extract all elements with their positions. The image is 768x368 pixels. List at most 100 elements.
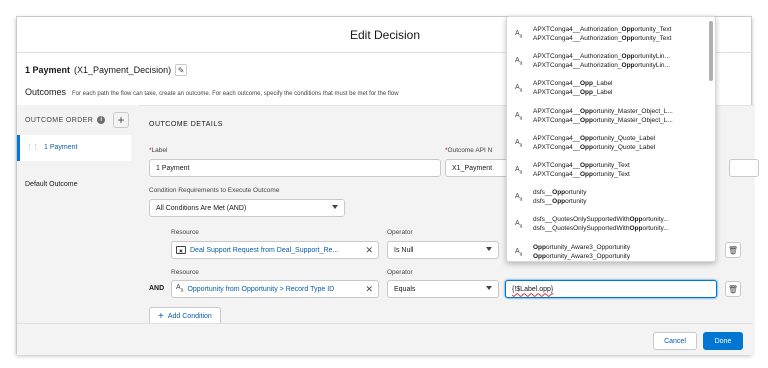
suggestion-api-name: dsfs__Opportunity (533, 198, 587, 206)
condition-requirements-select[interactable]: All Conditions Are Met (AND) (149, 199, 345, 217)
text-type-icon: Aa (515, 138, 523, 149)
resource-label: Resource (171, 229, 199, 236)
resource-value: Opportunity from Opportunity > Record Ty… (187, 285, 335, 293)
api-name-input-tail (729, 159, 759, 177)
resource-pill[interactable]: ▣ Deal Support Request from Deal_Support… (171, 241, 379, 259)
default-outcome-item[interactable]: Default Outcome (25, 181, 78, 188)
suggestion-item[interactable]: Aa APXTConga4__Opportunity_Quote_Label APX… (507, 130, 711, 157)
operator-value: Is Null (394, 246, 414, 254)
suggestion-label: APXTConga4__Authorization_OpportunityLin… (533, 53, 670, 61)
outcome-details-title: OUTCOME DETAILS (149, 121, 223, 128)
suggestion-item[interactable]: Aa dsfs__Opportunity dsfs__Opportunity (507, 184, 711, 211)
pencil-icon: ✎ (177, 65, 185, 75)
suggestion-label: APXTConga4__Opportunity_Quote_Label (533, 134, 656, 142)
api-name-field-label: *Outcome API N (445, 147, 493, 154)
condition-requirements-value: All Conditions Are Met (AND) (156, 204, 247, 212)
operator-select[interactable]: Equals (387, 280, 499, 298)
suggestion-label: APXTConga4__Authorization_Opportunity_Te… (533, 26, 672, 33)
text-type-icon: Aa (515, 166, 523, 176)
done-button[interactable]: Done (703, 332, 743, 350)
suggestion-text: APXTConga4__Opportunity_Master_Object_L.… (533, 107, 709, 125)
text-type-icon: Aa (515, 193, 523, 203)
suggestion-item[interactable]: Aa APXTConga4__Authorization_OpportunityL… (507, 48, 711, 75)
operator-value: Equals (394, 285, 416, 293)
add-condition-label: Add Condition (167, 312, 212, 320)
suggestion-text: APXTConga4__Opportunity_Quote_Label APXTC… (533, 134, 709, 152)
operator-label: Operator (387, 229, 413, 236)
value-input[interactable]: {!$Label.opp} (505, 280, 717, 298)
suggestion-text: APXTConga4__Opportunity_Text APXTConga4__… (533, 161, 709, 179)
drag-handle-icon[interactable]: ⋮⋮ (26, 143, 39, 151)
suggestion-api-name: dsfs__QuotesOnlySupportedWithOpportunity… (533, 225, 669, 233)
label-field-label: *Label (149, 147, 168, 154)
text-type-icon: Aa (515, 111, 523, 121)
resource-label: Resource (171, 269, 199, 276)
suggestion-label: Opportunity_Aware3_Opportunity (533, 243, 631, 251)
text-type-icon: Aa (515, 57, 523, 67)
decision-heading: 1 Payment (X1_Payment_Decision) ✎ (25, 63, 188, 77)
text-type-icon: Aa (515, 30, 523, 40)
info-icon[interactable]: i (97, 116, 106, 124)
suggestion-api-name: APXTConga4__Opportunity_Master_Object_L.… (533, 116, 673, 124)
suggestion-item[interactable]: Aa dsfs__QuotesOnlySupportedWithOpportuni… (507, 211, 711, 238)
outcomes-heading: Outcomes For each path the flow can take… (25, 87, 399, 99)
outcomes-title: Outcomes (25, 87, 67, 97)
edit-decision-button[interactable]: ✎ (175, 64, 188, 76)
suggestion-label: APXTConga4__Opp_Label (533, 80, 613, 88)
suggestion-text: dsfs__Opportunity dsfs__Opportunity (533, 188, 709, 206)
outcome-order-label: OUTCOME ORDER (25, 116, 94, 124)
resource-value: Deal Support Request from Deal_Support_R… (190, 246, 339, 254)
suggestion-api-name: Opportunity_Aware3_Opportunity (533, 252, 631, 260)
condition-requirements-label: Condition Requirements to Execute Outcom… (149, 187, 280, 194)
clear-resource-icon[interactable]: ✕ (365, 245, 373, 256)
outcome-order-item[interactable]: ⋮⋮ 1 Payment (17, 135, 131, 161)
operator-label: Operator (387, 269, 413, 276)
outcome-order-panel: OUTCOME ORDER i + ⋮⋮ 1 Payment Default O… (17, 105, 139, 323)
outcomes-description: For each path the flow can take, create … (72, 91, 399, 97)
text-type-icon: Aa (176, 284, 184, 294)
outcome-order-item-label: 1 Payment (44, 143, 78, 151)
add-outcome-button[interactable]: + (113, 112, 129, 128)
decision-name: 1 Payment (25, 65, 71, 75)
trash-icon: 🗑 (727, 284, 739, 294)
suggestion-item[interactable]: Aa APXTConga4__Opportunity_Master_Object_… (507, 103, 711, 130)
operator-select[interactable]: Is Null (387, 241, 499, 259)
clear-resource-icon[interactable]: ✕ (365, 284, 373, 295)
chevron-down-icon (486, 286, 492, 290)
decision-api-name: (X1_Payment_Decision) (74, 65, 172, 75)
outcome-order-header: OUTCOME ORDER i (25, 113, 106, 127)
suggestion-text: APXTConga4__Authorization_OpportunityLin… (533, 52, 709, 70)
modal-footer: Cancel Done (17, 323, 753, 355)
trash-icon: 🗑 (727, 245, 739, 255)
suggestion-text: APXTConga4__Opp_Label APXTConga4__Opp_Lab… (533, 79, 709, 97)
suggestion-api-name: APXTConga4__Opp_Label (533, 89, 613, 97)
record-icon: ▣ (176, 246, 186, 254)
suggestion-label: APXTConga4__Opportunity_Text (533, 162, 630, 169)
chevron-down-icon (486, 247, 492, 251)
text-type-icon: Aa (515, 247, 523, 257)
label-input[interactable]: 1 Payment (149, 159, 441, 177)
suggestion-api-name: APXTConga4__Authorization_OpportunityLin… (533, 62, 670, 70)
suggestion-api-name: APXTConga4__Opportunity_Quote_Label (533, 143, 656, 151)
chevron-down-icon (332, 205, 338, 209)
text-type-icon: Aa (515, 84, 523, 94)
plus-icon: + (158, 310, 164, 322)
suggestion-item[interactable]: Aa APXTConga4__Opportunity_Text APXTConga4… (507, 157, 711, 184)
suggestion-label: APXTConga4__Opportunity_Master_Object_L.… (533, 107, 673, 115)
suggestion-text: APXTConga4__Authorization_Opportunity_Te… (533, 25, 709, 43)
delete-condition-button[interactable]: 🗑 (725, 242, 741, 258)
plus-icon: + (117, 113, 125, 127)
resource-suggestions-dropdown: Aa APXTConga4__Authorization_Opportunity_… (506, 16, 716, 262)
suggestion-item[interactable]: Aa APXTConga4__Authorization_Opportunity_… (507, 21, 711, 48)
suggestion-api-name: APXTConga4__Opportunity_Text (533, 171, 630, 178)
and-label: AND (149, 285, 165, 292)
suggestion-text: Opportunity_Aware3_Opportunity Opportunit… (533, 243, 709, 261)
resource-pill[interactable]: Aa Opportunity from Opportunity > Record… (171, 280, 379, 298)
suggestion-item[interactable]: Aa Opportunity_Aware3_Opportunity Opportun… (507, 239, 711, 261)
cancel-button[interactable]: Cancel (653, 332, 697, 350)
suggestion-text: dsfs__QuotesOnlySupportedWithOpportunity… (533, 215, 709, 233)
delete-condition-button[interactable]: 🗑 (725, 281, 741, 297)
text-type-icon: Aa (515, 220, 523, 230)
suggestion-label: dsfs__QuotesOnlySupportedWithOpportunity… (533, 216, 669, 224)
suggestion-item[interactable]: Aa APXTConga4__Opp_Label APXTConga4__Opp_L… (507, 75, 711, 102)
